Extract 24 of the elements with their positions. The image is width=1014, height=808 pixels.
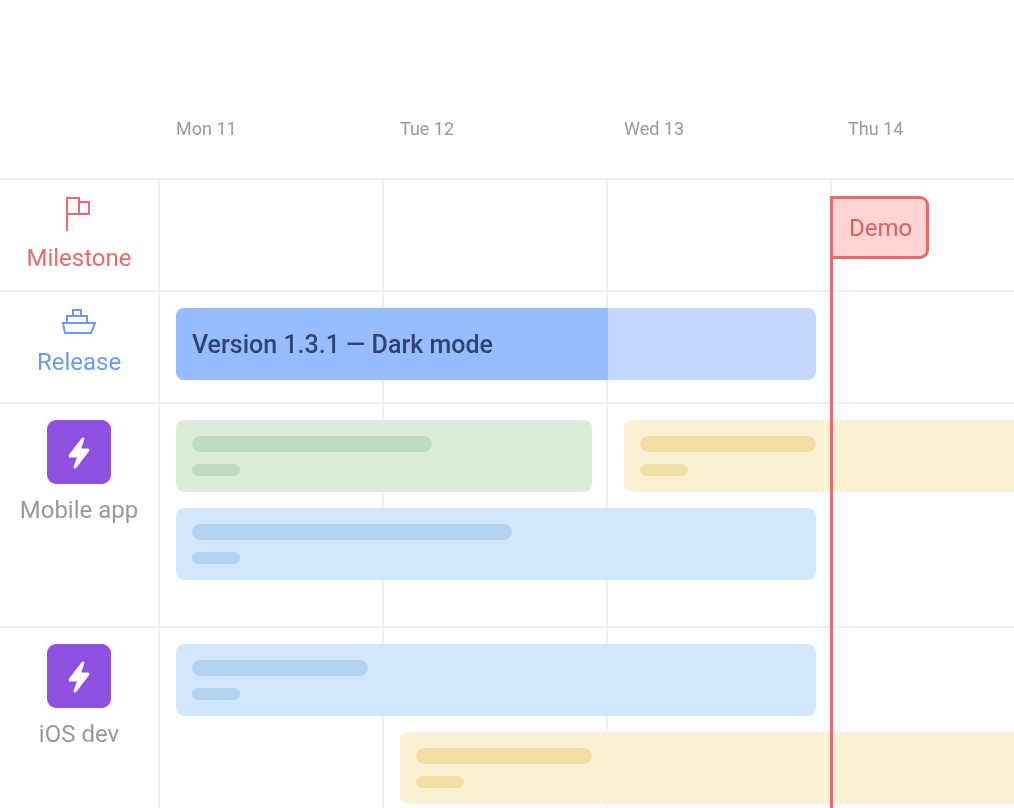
task-bar[interactable] — [176, 420, 592, 492]
day-label: Tue 12 — [399, 117, 455, 141]
task-bar[interactable] — [624, 420, 1014, 492]
flag-icon — [65, 196, 93, 232]
task-bar[interactable] — [400, 732, 1014, 804]
lane-label: Release — [36, 348, 122, 376]
release-bar[interactable]: Version 1.3.1 — Dark mode — [176, 308, 816, 380]
day-label: Mon 11 — [175, 117, 237, 141]
lane-label: iOS dev — [38, 720, 120, 748]
lightning-icon — [47, 644, 111, 708]
placeholder-line — [192, 464, 240, 476]
lightning-icon — [47, 420, 111, 484]
milestone-flag[interactable]: Demo — [830, 196, 930, 259]
placeholder-line — [192, 688, 240, 700]
lane-label: Mobile app — [19, 496, 139, 524]
ship-icon — [61, 308, 97, 336]
day-label: Wed 13 — [623, 117, 685, 141]
placeholder-line — [640, 464, 688, 476]
day-label: Thu 14 — [847, 117, 904, 141]
lane-label: Milestone — [26, 244, 132, 272]
placeholder-line — [192, 552, 240, 564]
placeholder-line — [416, 776, 464, 788]
task-bar[interactable] — [176, 508, 816, 580]
task-bar[interactable] — [176, 644, 816, 716]
